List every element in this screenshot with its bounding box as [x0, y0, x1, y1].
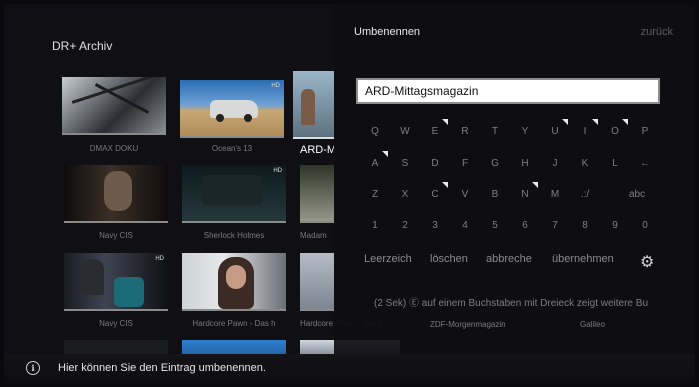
key-y[interactable]: Y	[510, 126, 540, 137]
more-chars-indicator-icon	[562, 119, 568, 125]
tile-label-focused: ARD-M	[300, 144, 334, 156]
key-b[interactable]: B	[480, 189, 510, 200]
recording-thumbnail[interactable]	[300, 253, 334, 311]
key-7[interactable]: 7	[540, 220, 570, 231]
key-t[interactable]: T	[480, 126, 510, 137]
key-k[interactable]: K	[570, 158, 600, 169]
recording-thumbnail[interactable]: HD	[180, 80, 284, 138]
key-c[interactable]: C	[420, 182, 450, 200]
delete-button[interactable]: löschen	[430, 253, 468, 265]
hd-badge-icon: HD	[155, 256, 164, 262]
key-v[interactable]: V	[450, 189, 480, 200]
recording-thumbnail[interactable]	[64, 165, 168, 223]
key-w[interactable]: W	[390, 126, 420, 137]
key-e[interactable]: E	[420, 119, 450, 137]
tile-label: Navy CIS	[99, 231, 133, 240]
space-button[interactable]: Leerzeich	[364, 253, 412, 265]
info-bar: i Hier können Sie den Eintrag umbenennen…	[4, 354, 695, 383]
key-o[interactable]: O	[600, 119, 630, 137]
hd-badge-icon: HD	[271, 83, 280, 89]
key-a[interactable]: A	[360, 151, 390, 169]
recording-thumbnail[interactable]	[300, 165, 334, 223]
more-chars-indicator-icon	[442, 119, 448, 125]
recording-thumbnail[interactable]: HD	[182, 165, 286, 223]
key-p[interactable]: P	[630, 126, 660, 137]
more-chars-indicator-icon	[442, 182, 448, 188]
screen: DR+ Archiv DMAX DOKU HD Ocean's 13 ARD-M…	[4, 4, 695, 383]
key-q[interactable]: Q	[360, 126, 390, 137]
key-f[interactable]: F	[450, 158, 480, 169]
keyboard-hint: (2 Sek) Ⓔ auf einem Buchstaben mit Dreie…	[374, 298, 649, 309]
key-0[interactable]: 0	[630, 220, 660, 231]
key-s[interactable]: S	[390, 158, 420, 169]
key-j[interactable]: J	[540, 158, 570, 169]
tile-label: Galileo	[580, 320, 605, 329]
tile-label: Ocean's 13	[211, 144, 253, 153]
overlay-title: Umbenennen	[354, 26, 421, 38]
back-button[interactable]: zurück	[641, 26, 673, 38]
hd-badge-icon: HD	[273, 168, 282, 174]
recording-thumbnail[interactable]	[62, 77, 166, 135]
tile-label: Madam	[300, 231, 327, 240]
key-x[interactable]: X	[390, 189, 420, 200]
recording-thumbnail[interactable]: HD	[64, 253, 168, 311]
key-1[interactable]: 1	[360, 220, 390, 231]
name-input-value: ARD-Mittagsmagazin	[365, 84, 479, 98]
tile-label: Hardcore Pawn - Das h	[192, 319, 276, 328]
accept-button[interactable]: übernehmen	[552, 253, 614, 265]
key-n[interactable]: N	[510, 182, 540, 200]
archive-title: DR+ Archiv	[52, 39, 113, 53]
key-m[interactable]: M	[540, 189, 570, 200]
more-chars-indicator-icon	[382, 151, 388, 157]
key-r[interactable]: R	[450, 126, 480, 137]
tile-label: Navy CIS	[99, 319, 133, 328]
key-8[interactable]: 8	[570, 220, 600, 231]
cancel-button[interactable]: abbreche	[486, 253, 532, 265]
gear-icon[interactable]: ⚙	[640, 252, 654, 272]
info-text: Hier können Sie den Eintrag umbenennen.	[58, 362, 266, 374]
key-4[interactable]: 4	[450, 220, 480, 231]
recording-thumbnail-focused[interactable]	[293, 71, 334, 139]
key-i[interactable]: I	[570, 119, 600, 137]
key-abc[interactable]: abc	[622, 189, 652, 200]
more-chars-indicator-icon	[592, 119, 598, 125]
key-6[interactable]: 6	[510, 220, 540, 231]
key-l[interactable]: L	[600, 158, 630, 169]
key-3[interactable]: 3	[420, 220, 450, 231]
tile-label: Sherlock Holmes	[203, 231, 265, 240]
info-icon: i	[26, 361, 40, 375]
key-d[interactable]: D	[420, 158, 450, 169]
key-9[interactable]: 9	[600, 220, 630, 231]
key-g[interactable]: G	[480, 158, 510, 169]
tile-label: ZDF-Morgenmagazin	[430, 320, 506, 329]
key-punctuation[interactable]: .:/	[570, 189, 600, 200]
backspace-key[interactable]: ←	[630, 158, 660, 169]
more-chars-indicator-icon	[532, 182, 538, 188]
name-input[interactable]: ARD-Mittagsmagazin	[356, 78, 660, 104]
key-2[interactable]: 2	[390, 220, 420, 231]
key-h[interactable]: H	[510, 158, 540, 169]
key-z[interactable]: Z	[360, 189, 390, 200]
more-chars-indicator-icon	[622, 119, 628, 125]
tile-label: DMAX DOKU	[89, 144, 139, 153]
key-5[interactable]: 5	[480, 220, 510, 231]
rename-overlay: Umbenennen zurück ARD-Mittagsmagazin Q W…	[334, 4, 695, 383]
recording-thumbnail[interactable]	[182, 253, 286, 311]
key-u[interactable]: U	[540, 119, 570, 137]
